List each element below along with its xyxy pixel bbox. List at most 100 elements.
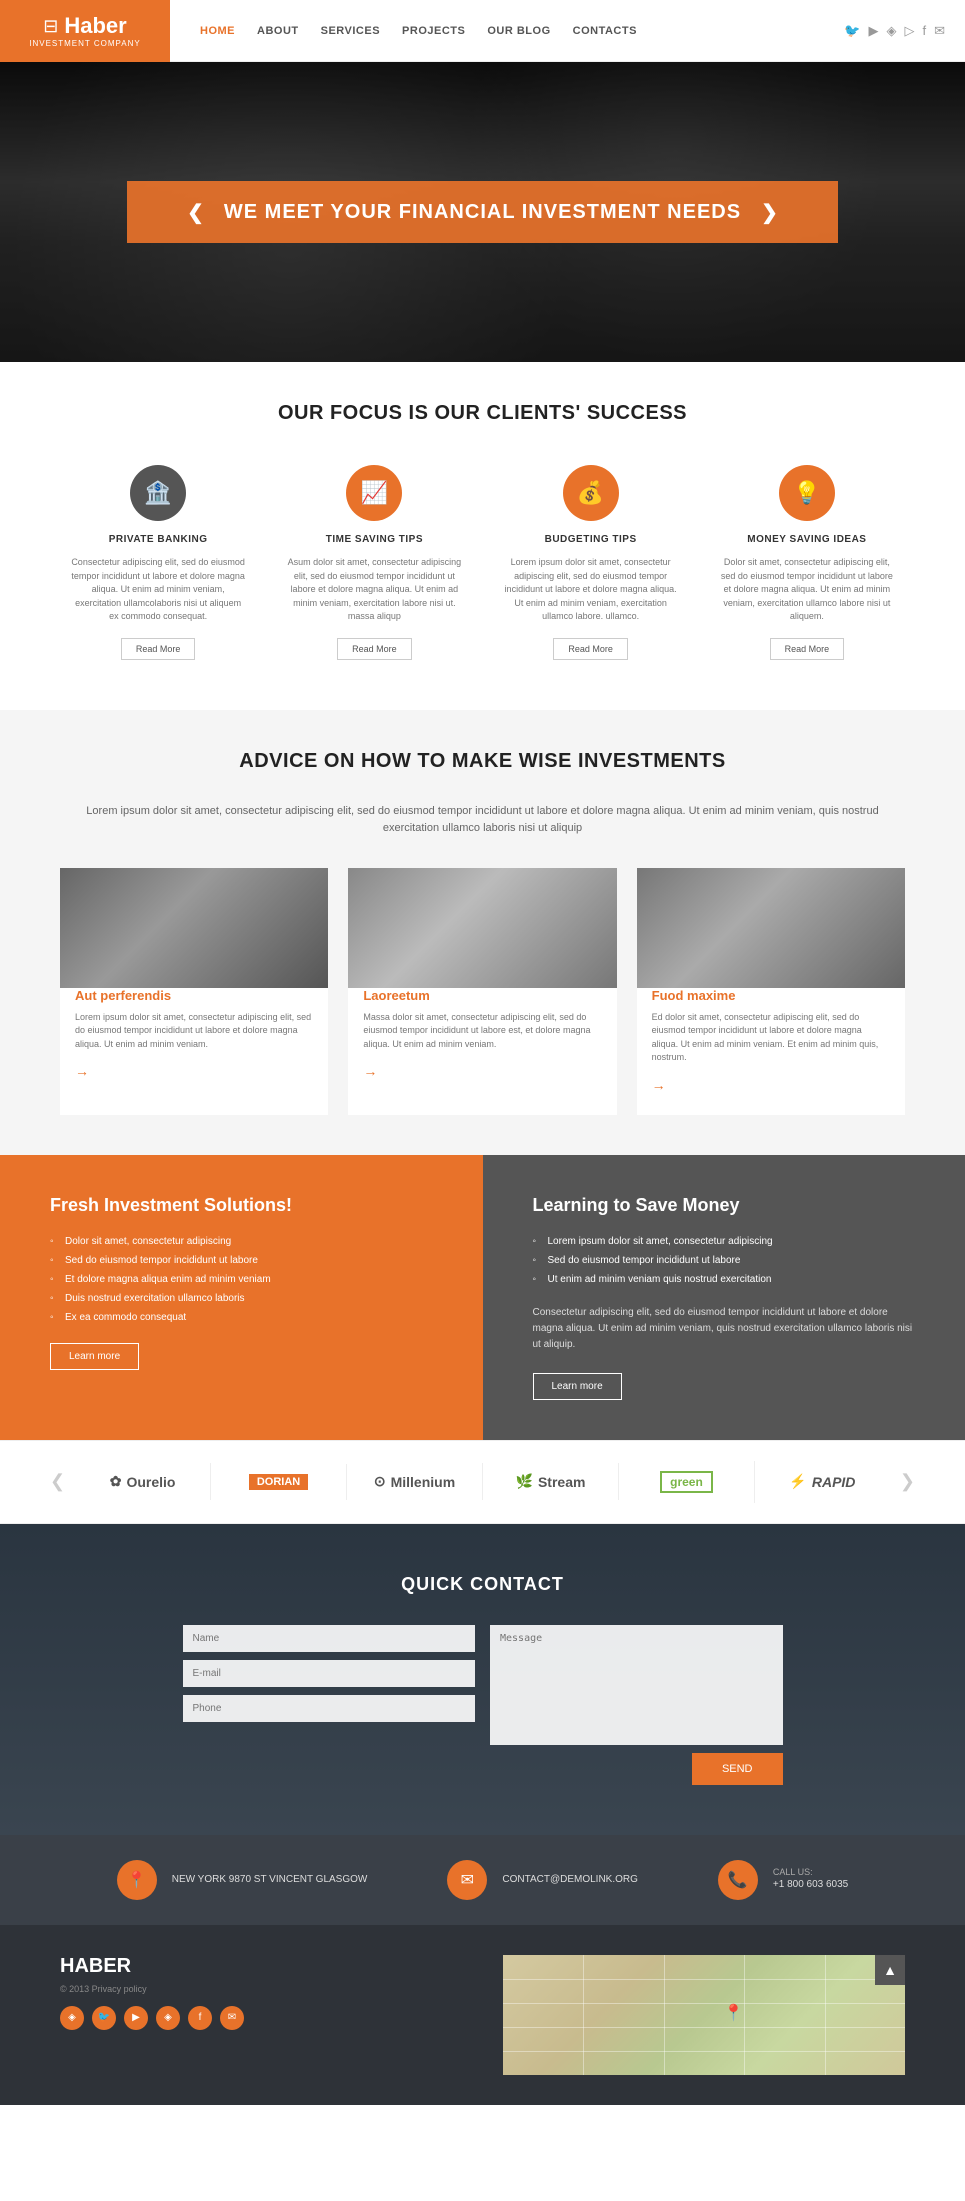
brands-section: ❮ ✿ Ourelio DORIAN ⊙ Millenium 🌿 Stream …	[0, 1440, 965, 1524]
address-text: NEW YORK 9870 ST VINCENT GLASGOW	[172, 1872, 368, 1888]
brand-label-millenium: Millenium	[391, 1474, 456, 1490]
name-input[interactable]	[183, 1625, 476, 1652]
advice-card-2: Laoreetum Massa dolor sit amet, consecte…	[348, 868, 616, 1115]
vimeo-icon[interactable]: ▷	[904, 23, 914, 39]
bulb-icon: 💡	[793, 480, 820, 506]
feature-budgeting: 💰 BUDGETING TIPS Lorem ipsum dolor sit a…	[493, 455, 689, 670]
brand-ourelio: ✿ Ourelio	[75, 1463, 211, 1500]
nav-home[interactable]: HOME	[200, 25, 235, 37]
card-title-2: Laoreetum	[363, 988, 601, 1003]
message-textarea[interactable]	[490, 1625, 783, 1745]
brand-stream: 🌿 Stream	[483, 1463, 619, 1500]
nav-about[interactable]: ABOUT	[257, 25, 299, 37]
feature-money-saving: 💡 MONEY SAVING IDEAS Dolor sit amet, con…	[709, 455, 905, 670]
card-desc-2: Massa dolor sit amet, consectetur adipis…	[363, 1011, 601, 1052]
footer-social-icon-5[interactable]: f	[188, 2006, 212, 2030]
scroll-top-button[interactable]: ▲	[875, 1955, 905, 1985]
feature-title-3: BUDGETING TIPS	[503, 533, 679, 546]
nav-services[interactable]: SERVICES	[321, 25, 380, 37]
email-text: CONTACT@DEMOLINK.ORG	[502, 1872, 638, 1888]
address-icon-circle: 📍	[117, 1860, 157, 1900]
logo[interactable]: ⊟ Haber INVESTMENT COMPANY	[0, 0, 170, 62]
header: ⊟ Haber INVESTMENT COMPANY HOME ABOUT SE…	[0, 0, 965, 62]
footer-social-icon-3[interactable]: ▶	[124, 2006, 148, 2030]
feature-title-1: PRIVATE BANKING	[70, 533, 246, 546]
location-icon: 📍	[127, 1870, 147, 1890]
banking-icon: 🏦	[144, 480, 171, 506]
advice-cards: Aut perferendis Lorem ipsum dolor sit am…	[60, 868, 905, 1115]
card-link-icon-3[interactable]: →	[652, 1077, 666, 1093]
nav-contacts[interactable]: CONTACTS	[573, 25, 637, 37]
brands-next-arrow[interactable]: ❯	[890, 1471, 925, 1492]
card-desc-3: Ed dolor sit amet, consectetur adipiscin…	[652, 1011, 890, 1065]
card-link-icon-2[interactable]: →	[363, 1063, 377, 1079]
nav-projects[interactable]: PROJECTS	[402, 25, 465, 37]
brand-millenium: ⊙ Millenium	[347, 1463, 483, 1500]
send-button[interactable]: SEND	[692, 1753, 783, 1785]
read-more-btn-3[interactable]: Read More	[553, 638, 628, 660]
email-input[interactable]	[183, 1660, 476, 1687]
twitter-icon[interactable]: 🐦	[844, 23, 860, 39]
cta-left: Fresh Investment Solutions! Dolor sit am…	[0, 1155, 483, 1440]
contact-info-bar: 📍 NEW YORK 9870 ST VINCENT GLASGOW ✉ CON…	[0, 1835, 965, 1925]
hero-title: WE MEET YOUR FINANCIAL INVESTMENT NEEDS	[224, 199, 741, 225]
budgeting-icon-circle: 💰	[563, 465, 619, 521]
focus-title: OUR FOCUS IS OUR CLIENTS' SUCCESS	[60, 402, 905, 425]
footer-map[interactable]: 📍 ▲	[503, 1955, 906, 2075]
card-link-icon-1[interactable]: →	[75, 1063, 89, 1079]
card-image-1	[60, 868, 328, 988]
read-more-btn-4[interactable]: Read More	[770, 638, 845, 660]
advice-desc: Lorem ipsum dolor sit amet, consectetur …	[60, 803, 905, 838]
logo-sub: INVESTMENT COMPANY	[29, 39, 141, 48]
hero-banner: ❮ WE MEET YOUR FINANCIAL INVESTMENT NEED…	[127, 181, 838, 243]
youtube-icon[interactable]: ▶	[868, 23, 878, 39]
money-bag-icon: 💰	[577, 480, 604, 506]
footer-copyright: © 2013 Privacy policy	[60, 1984, 463, 1994]
card-title-1: Aut perferendis	[75, 988, 313, 1003]
cta-left-list: Dolor sit amet, consectetur adipiscing S…	[50, 1236, 433, 1323]
cta-right: Learning to Save Money Lorem ipsum dolor…	[483, 1155, 965, 1440]
header-social: 🐦 ▶ ◈ ▷ f ✉	[844, 23, 945, 39]
footer-social-icon-1[interactable]: ◈	[60, 2006, 84, 2030]
hero-prev-arrow[interactable]: ❮	[187, 200, 204, 225]
email-icon[interactable]: ✉	[934, 23, 945, 39]
phone-icon-circle: 📞	[718, 1860, 758, 1900]
contact-section: QUICK CONTACT SEND	[0, 1524, 965, 1835]
phone-input[interactable]	[183, 1695, 476, 1722]
footer-social: ◈ 🐦 ▶ ◈ f ✉	[60, 2006, 463, 2030]
hero-next-arrow[interactable]: ❯	[761, 200, 778, 225]
footer-social-icon-2[interactable]: 🐦	[92, 2006, 116, 2030]
chart-icon: 📈	[361, 480, 388, 506]
time-saving-icon-circle: 📈	[346, 465, 402, 521]
facebook-icon[interactable]: f	[922, 23, 926, 39]
brand-dorian: DORIAN	[211, 1464, 347, 1500]
footer-social-icon-6[interactable]: ✉	[220, 2006, 244, 2030]
brands-prev-arrow[interactable]: ❮	[40, 1471, 75, 1492]
feature-private-banking: 🏦 PRIVATE BANKING Consectetur adipiscing…	[60, 455, 256, 670]
cta-right-title: Learning to Save Money	[533, 1195, 916, 1216]
main-nav: HOME ABOUT SERVICES PROJECTS OUR BLOG CO…	[200, 25, 637, 37]
cta-right-button[interactable]: Learn more	[533, 1373, 622, 1400]
cta-left-button[interactable]: Learn more	[50, 1343, 139, 1370]
read-more-btn-2[interactable]: Read More	[337, 638, 412, 660]
advice-card-3: Fuod maxime Ed dolor sit amet, consectet…	[637, 868, 905, 1115]
hero-section: ❮ WE MEET YOUR FINANCIAL INVESTMENT NEED…	[0, 62, 965, 362]
card-desc-1: Lorem ipsum dolor sit amet, consectetur …	[75, 1011, 313, 1052]
brand-rapid: ⚡ RAPID	[755, 1463, 890, 1500]
feature-title-4: MONEY SAVING IDEAS	[719, 533, 895, 546]
feature-desc-1: Consectetur adipiscing elit, sed do eius…	[70, 556, 246, 624]
ourelio-icon: ✿	[110, 1473, 122, 1490]
brand-green: green	[619, 1461, 755, 1503]
feature-desc-3: Lorem ipsum dolor sit amet, consectetur …	[503, 556, 679, 624]
rss-icon[interactable]: ◈	[886, 23, 896, 39]
map-marker: 📍	[724, 2003, 744, 2023]
call-us-label: CALL US:	[773, 1867, 848, 1877]
mail-icon: ✉	[461, 1870, 474, 1890]
focus-section: OUR FOCUS IS OUR CLIENTS' SUCCESS 🏦 PRIV…	[0, 362, 965, 710]
read-more-btn-1[interactable]: Read More	[121, 638, 196, 660]
email-icon-circle: ✉	[447, 1860, 487, 1900]
logo-name: Haber	[64, 13, 126, 39]
nav-blog[interactable]: OUR BLOG	[487, 25, 550, 37]
footer-social-icon-4[interactable]: ◈	[156, 2006, 180, 2030]
advice-section: ADVICE ON HOW TO MAKE WISE INVESTMENTS L…	[0, 710, 965, 1155]
